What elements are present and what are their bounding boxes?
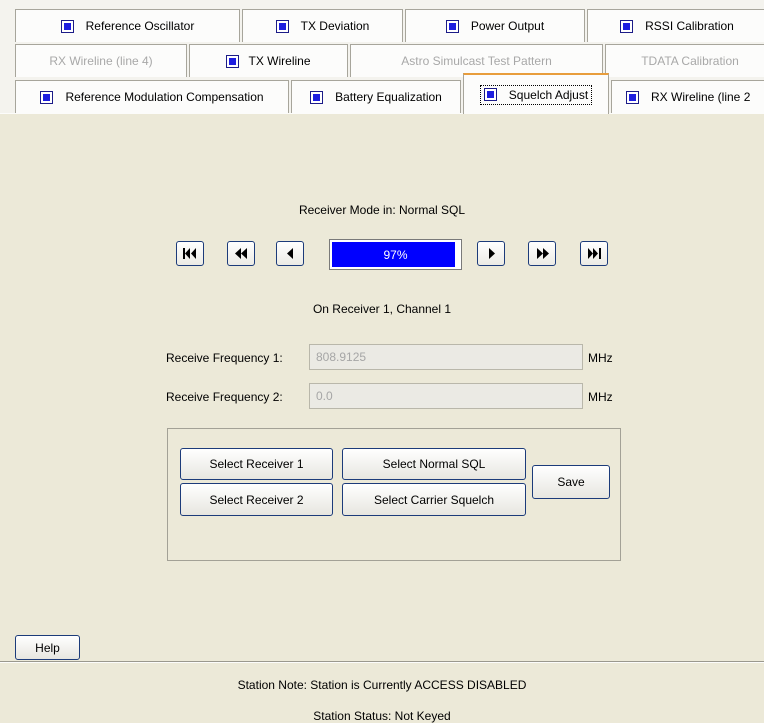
fast-forward-button[interactable] <box>528 241 556 266</box>
tab-label: TDATA Calibration <box>641 54 739 68</box>
receive-frequency-2-field[interactable] <box>309 383 583 409</box>
skip-to-end-button[interactable] <box>580 241 608 266</box>
receive-frequency-1-field[interactable] <box>309 344 583 370</box>
station-note: Station Note: Station is Currently ACCES… <box>237 678 527 692</box>
progress-text: 97% <box>383 247 408 262</box>
tab-enabled-checkbox[interactable] <box>60 19 74 33</box>
frequency-2-unit: MHz <box>588 390 613 404</box>
tab-label: Reference Oscillator <box>85 19 195 33</box>
skip-to-start-button[interactable] <box>176 241 204 266</box>
step-back-button[interactable] <box>276 241 304 266</box>
fast-rewind-button[interactable] <box>227 241 255 266</box>
tab-label: Battery Equalization <box>335 90 442 104</box>
tab-label: Power Output <box>470 19 545 33</box>
step-forward-button[interactable] <box>477 241 505 266</box>
tab-label: RSSI Calibration <box>645 19 734 33</box>
tab-enabled-checkbox[interactable] <box>626 90 639 104</box>
tab-label: TX Wireline <box>248 54 311 68</box>
tab-content-divider <box>0 113 764 114</box>
squelch-level-progress[interactable]: 97% <box>329 239 462 270</box>
select-receiver-2-button[interactable]: Select Receiver 2 <box>180 483 333 516</box>
tab-enabled-checkbox[interactable] <box>483 88 497 101</box>
tab-tdata-calibration[interactable]: TDATA Calibration <box>605 44 764 77</box>
receive-frequency-2-label: Receive Frequency 2: <box>166 390 283 404</box>
status-divider-highlight <box>0 662 764 663</box>
tab-power-output[interactable]: Power Output <box>405 9 585 42</box>
tab-rx-wireline-line-2[interactable]: RX Wireline (line 2 <box>611 80 764 113</box>
tab-enabled-checkbox[interactable] <box>620 19 634 33</box>
save-button[interactable]: Save <box>532 465 610 499</box>
select-normal-sql-button[interactable]: Select Normal SQL <box>342 448 526 480</box>
fast-forward-icon <box>536 248 549 259</box>
tab-enabled-checkbox[interactable] <box>40 90 54 104</box>
tab-label: Astro Simulcast Test Pattern <box>401 54 552 68</box>
receiver-mode-label: Receiver Mode in: Normal SQL <box>298 203 466 217</box>
tab-label: RX Wireline (line 4) <box>49 54 153 68</box>
tab-squelch-adjust[interactable]: Squelch Adjust <box>463 73 609 114</box>
skip-to-start-icon <box>183 248 197 259</box>
fast-rewind-icon <box>234 248 248 259</box>
tab-strip: Reference Oscillator TX Deviation Power … <box>0 0 764 114</box>
select-receiver-1-button[interactable]: Select Receiver 1 <box>180 448 333 480</box>
tab-rx-wireline-line-4[interactable]: RX Wireline (line 4) <box>15 44 187 77</box>
tab-battery-equalization[interactable]: Battery Equalization <box>291 80 461 113</box>
tab-enabled-checkbox[interactable] <box>310 90 324 104</box>
tab-tx-wireline[interactable]: TX Wireline <box>189 44 348 77</box>
tab-label: TX Deviation <box>300 19 370 33</box>
tab-enabled-checkbox[interactable] <box>445 19 459 33</box>
select-carrier-squelch-button[interactable]: Select Carrier Squelch <box>342 483 526 516</box>
tab-rssi-calibration[interactable]: RSSI Calibration <box>587 9 764 42</box>
frequency-1-unit: MHz <box>588 351 613 365</box>
tab-label: Reference Modulation Compensation <box>65 90 264 104</box>
receive-frequency-1-label: Receive Frequency 1: <box>166 351 283 365</box>
step-forward-icon <box>488 248 495 259</box>
skip-to-end-icon <box>587 248 601 259</box>
tab-label: Squelch Adjust <box>508 87 589 102</box>
tab-enabled-checkbox[interactable] <box>275 19 289 33</box>
tab-label: RX Wireline (line 2 <box>651 90 751 104</box>
step-back-icon <box>286 248 294 259</box>
tab-tx-deviation[interactable]: TX Deviation <box>242 9 403 42</box>
tab-focus-outline: Squelch Adjust <box>479 84 593 105</box>
tab-reference-modulation-compensation[interactable]: Reference Modulation Compensation <box>15 80 289 113</box>
receiver-channel-label: On Receiver 1, Channel 1 <box>312 302 452 316</box>
tab-enabled-checkbox[interactable] <box>226 54 240 68</box>
help-button[interactable]: Help <box>15 635 80 660</box>
tab-reference-oscillator[interactable]: Reference Oscillator <box>15 9 240 42</box>
